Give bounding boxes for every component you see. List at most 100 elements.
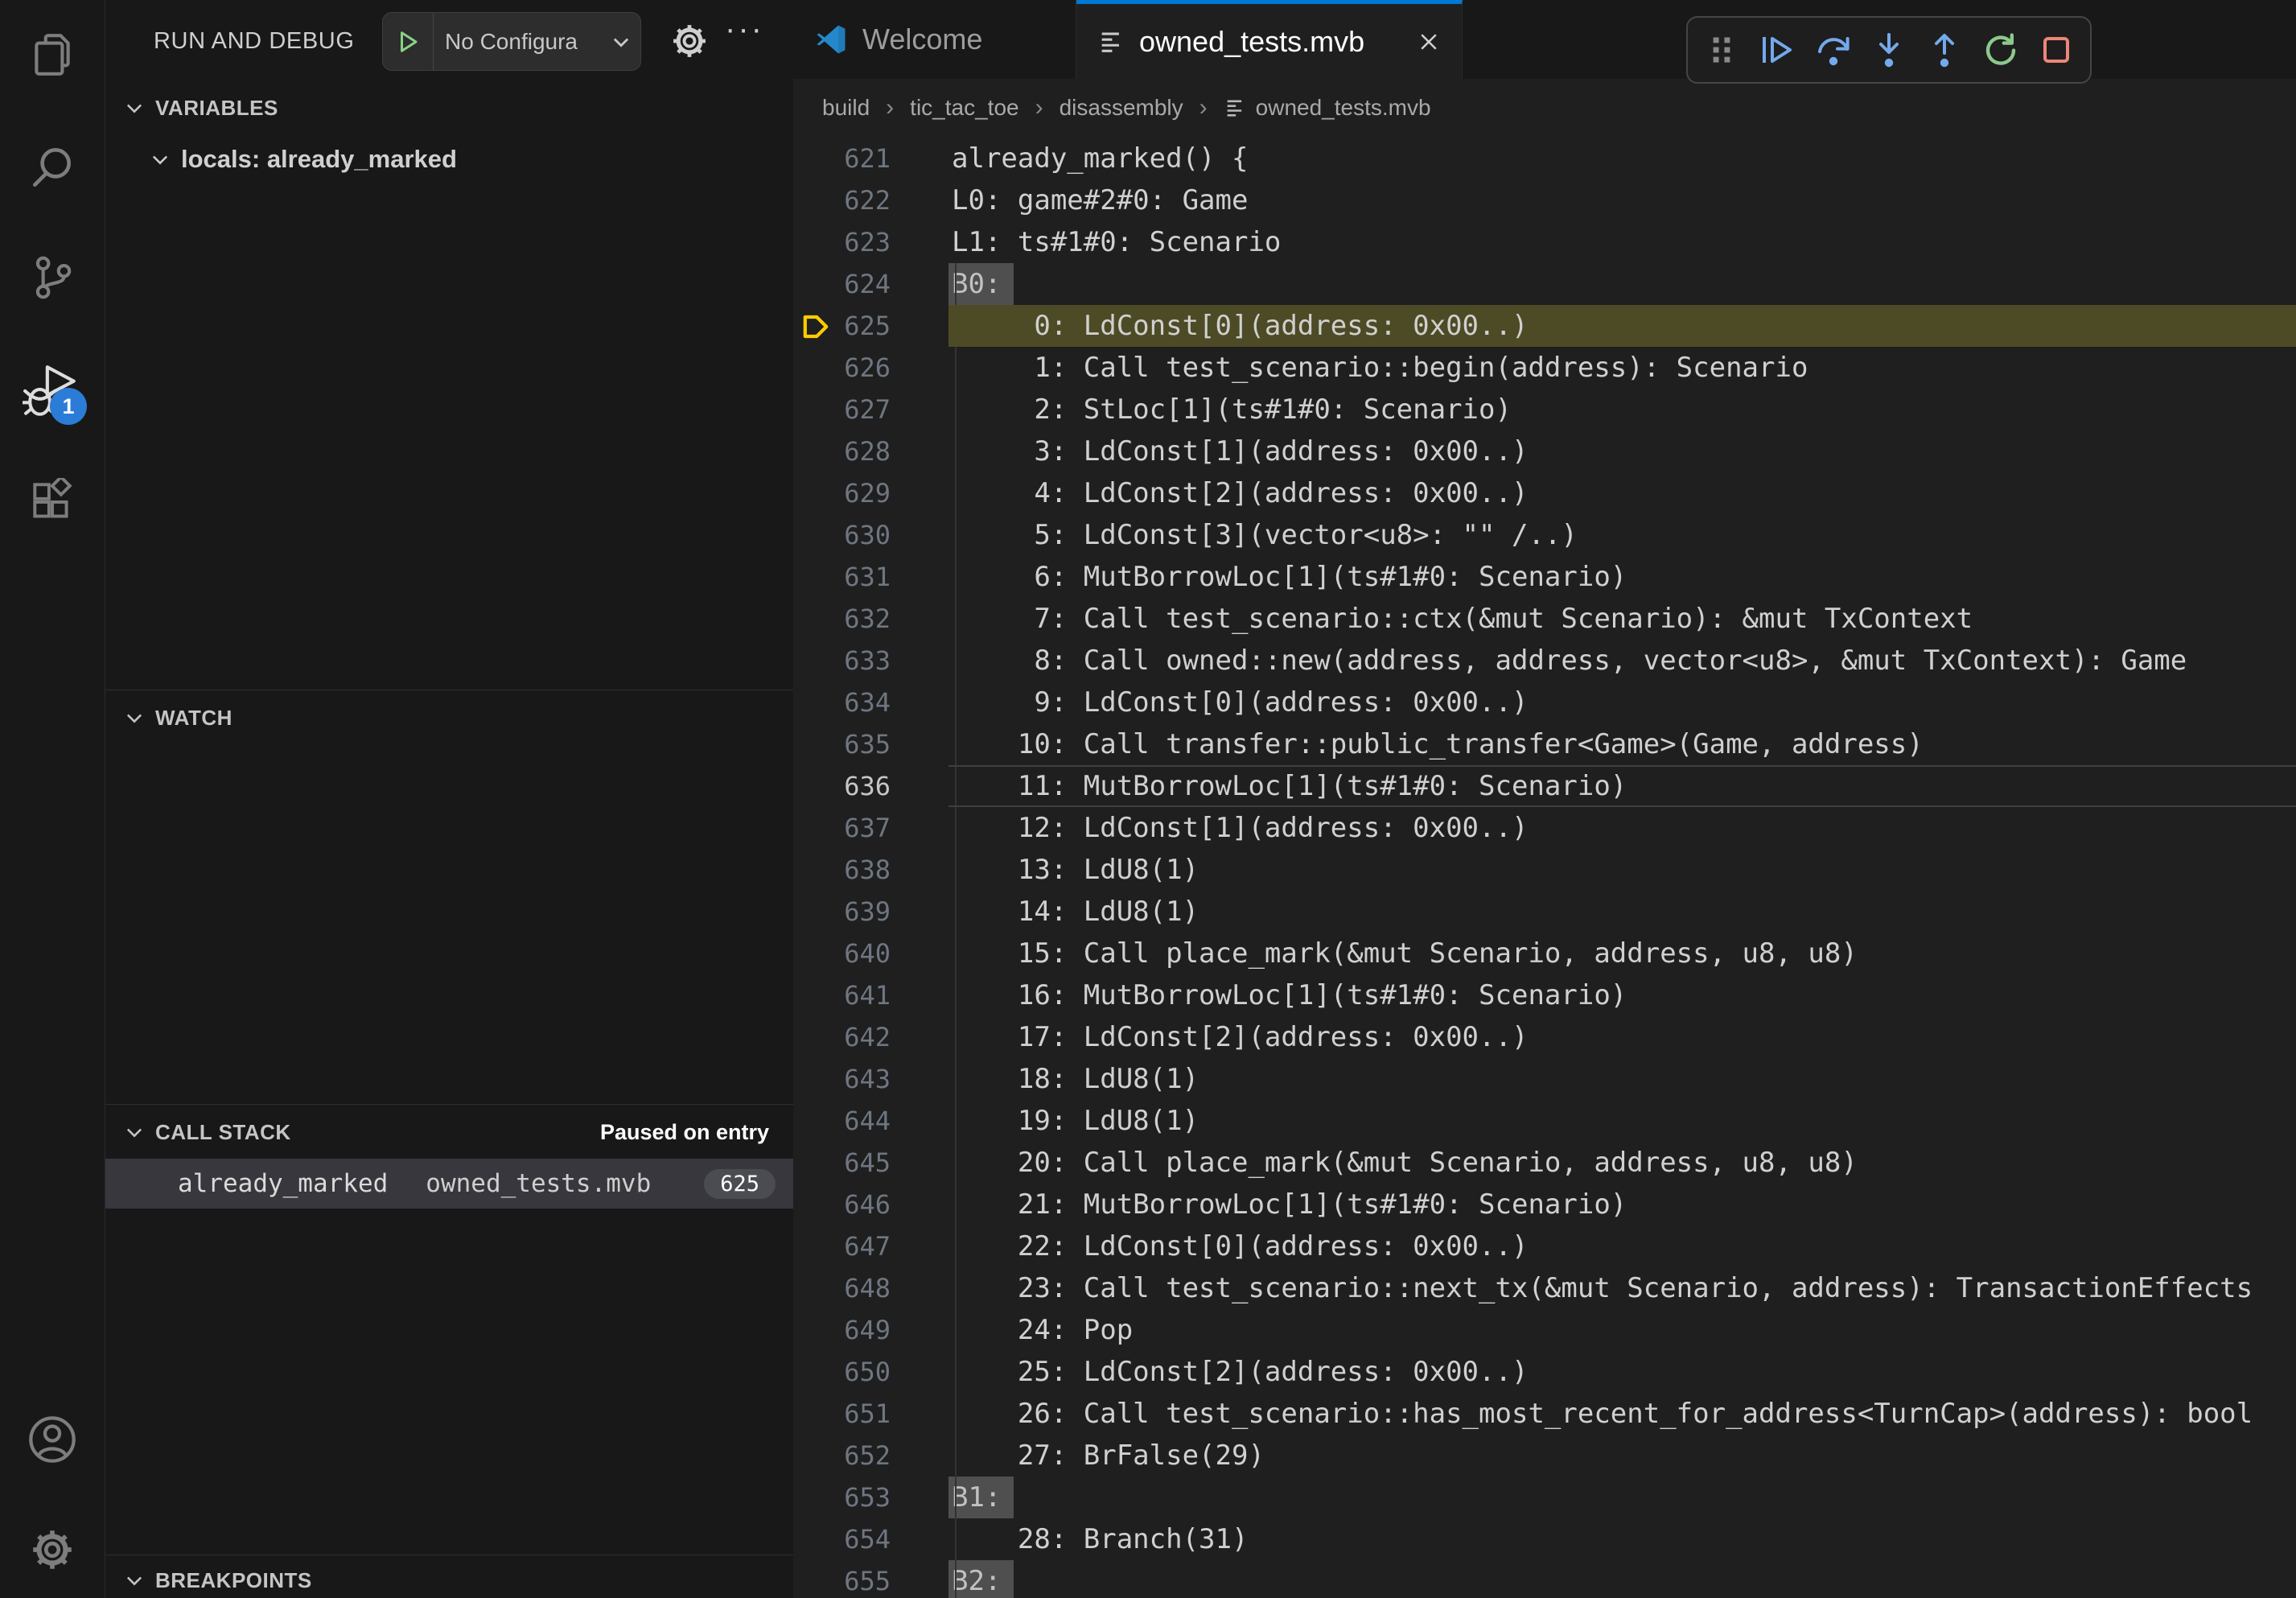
code-line[interactable]: 639 14: LdU8(1) [793, 891, 2296, 933]
line-number[interactable]: 655 [793, 1560, 948, 1598]
line-number[interactable]: 627 [793, 389, 948, 430]
call-stack-frame-row[interactable]: already_marked owned_tests.mvb 625 [105, 1159, 793, 1209]
settings-gear-icon[interactable] [0, 1501, 105, 1598]
line-number[interactable]: 648 [793, 1267, 948, 1309]
start-debug-icon[interactable] [383, 13, 434, 70]
line-number[interactable]: 638 [793, 849, 948, 891]
code-line[interactable]: 631 6: MutBorrowLoc[1](ts#1#0: Scenario) [793, 556, 2296, 598]
code-line[interactable]: 638 13: LdU8(1) [793, 849, 2296, 891]
tab-welcome[interactable]: Welcome [793, 0, 1076, 79]
line-number[interactable]: 643 [793, 1058, 948, 1100]
line-number[interactable]: 645 [793, 1142, 948, 1184]
step-over-button[interactable] [1813, 29, 1854, 71]
account-icon[interactable] [0, 1391, 105, 1488]
line-number[interactable]: 631 [793, 556, 948, 598]
more-actions-icon[interactable]: ··· [725, 11, 764, 47]
code-line[interactable]: 625 0: LdConst[0](address: 0x00..) [793, 305, 2296, 347]
search-icon[interactable] [0, 119, 105, 216]
variables-scope-row[interactable]: locals: already_marked [105, 137, 793, 182]
code-line[interactable]: 649 24: Pop [793, 1309, 2296, 1351]
line-number[interactable]: 628 [793, 430, 948, 472]
code-line[interactable]: 651 26: Call test_scenario::has_most_rec… [793, 1393, 2296, 1435]
line-number[interactable]: 636 [793, 765, 948, 807]
breadcrumb-item[interactable]: build [822, 95, 870, 121]
variables-section-header[interactable]: VARIABLES [105, 85, 793, 130]
code-line[interactable]: 655B2: [793, 1560, 2296, 1598]
code-line[interactable]: 622L0: game#2#0: Game [793, 179, 2296, 221]
code-line[interactable]: 654 28: Branch(31) [793, 1518, 2296, 1560]
code-line[interactable]: 635 10: Call transfer::public_transfer<G… [793, 723, 2296, 765]
line-number[interactable]: 644 [793, 1100, 948, 1142]
line-number[interactable]: 630 [793, 514, 948, 556]
code-line[interactable]: 640 15: Call place_mark(&mut Scenario, a… [793, 933, 2296, 974]
breakpoints-section-header[interactable]: BREAKPOINTS [105, 1558, 793, 1598]
step-into-button[interactable] [1868, 29, 1909, 71]
code-line[interactable]: 627 2: StLoc[1](ts#1#0: Scenario) [793, 389, 2296, 430]
line-number[interactable]: 634 [793, 682, 948, 723]
line-number[interactable]: 637 [793, 807, 948, 849]
drag-handle-icon[interactable] [1701, 29, 1742, 71]
code-line[interactable]: 641 16: MutBorrowLoc[1](ts#1#0: Scenario… [793, 974, 2296, 1016]
code-line[interactable]: 644 19: LdU8(1) [793, 1100, 2296, 1142]
tab-owned-tests[interactable]: owned_tests.mvb [1076, 0, 1463, 79]
line-number[interactable]: 624 [793, 263, 948, 305]
line-number[interactable]: 623 [793, 221, 948, 263]
restart-button[interactable] [1980, 29, 2021, 71]
line-number[interactable]: 640 [793, 933, 948, 974]
continue-button[interactable] [1756, 29, 1797, 71]
debug-settings-gear-icon[interactable] [669, 20, 710, 66]
code-line[interactable]: 632 7: Call test_scenario::ctx(&mut Scen… [793, 598, 2296, 640]
call-stack-section-header[interactable]: CALL STACK Paused on entry [105, 1110, 793, 1155]
run-debug-icon[interactable] [0, 344, 105, 440]
line-number[interactable]: 642 [793, 1016, 948, 1058]
line-number[interactable]: 646 [793, 1184, 948, 1225]
line-number[interactable]: 647 [793, 1225, 948, 1267]
line-number[interactable]: 632 [793, 598, 948, 640]
line-number[interactable]: 641 [793, 974, 948, 1016]
explorer-icon[interactable] [0, 6, 105, 103]
code-line[interactable]: 630 5: LdConst[3](vector<u8>: "" /..) [793, 514, 2296, 556]
code-line[interactable]: 621already_marked() { [793, 138, 2296, 179]
code-line[interactable]: 634 9: LdConst[0](address: 0x00..) [793, 682, 2296, 723]
source-control-icon[interactable] [0, 229, 105, 326]
code-line[interactable]: 646 21: MutBorrowLoc[1](ts#1#0: Scenario… [793, 1184, 2296, 1225]
line-number[interactable]: 653 [793, 1477, 948, 1518]
line-number[interactable]: 633 [793, 640, 948, 682]
code-line[interactable]: 628 3: LdConst[1](address: 0x00..) [793, 430, 2296, 472]
code-area[interactable]: 621already_marked() {622L0: game#2#0: Ga… [793, 138, 2296, 1598]
code-line[interactable]: 623L1: ts#1#0: Scenario [793, 221, 2296, 263]
code-line[interactable]: 624B0: [793, 263, 2296, 305]
code-line[interactable]: 645 20: Call place_mark(&mut Scenario, a… [793, 1142, 2296, 1184]
line-number[interactable]: 651 [793, 1393, 948, 1435]
line-number[interactable]: 629 [793, 472, 948, 514]
code-line[interactable]: 653B1: [793, 1477, 2296, 1518]
line-number[interactable]: 639 [793, 891, 948, 933]
close-icon[interactable] [1417, 30, 1441, 54]
breadcrumb-item[interactable]: tic_tac_toe [910, 95, 1018, 121]
code-line[interactable]: 652 27: BrFalse(29) [793, 1435, 2296, 1477]
line-number[interactable]: 652 [793, 1435, 948, 1477]
code-line[interactable]: 650 25: LdConst[2](address: 0x00..) [793, 1351, 2296, 1393]
code-line[interactable]: 629 4: LdConst[2](address: 0x00..) [793, 472, 2296, 514]
code-line[interactable]: 642 17: LdConst[2](address: 0x00..) [793, 1016, 2296, 1058]
stop-button[interactable] [2036, 29, 2077, 71]
extensions-icon[interactable] [0, 455, 105, 551]
line-number[interactable]: 625 [793, 305, 948, 347]
code-line[interactable]: 636 11: MutBorrowLoc[1](ts#1#0: Scenario… [793, 765, 2296, 807]
line-number[interactable]: 626 [793, 347, 948, 389]
line-number[interactable]: 622 [793, 179, 948, 221]
line-number[interactable]: 621 [793, 138, 948, 179]
line-number[interactable]: 635 [793, 723, 948, 765]
line-number[interactable]: 650 [793, 1351, 948, 1393]
code-line[interactable]: 647 22: LdConst[0](address: 0x00..) [793, 1225, 2296, 1267]
code-line[interactable]: 643 18: LdU8(1) [793, 1058, 2296, 1100]
launch-config-dropdown[interactable]: No Configura [382, 12, 641, 71]
watch-section-header[interactable]: WATCH [105, 695, 793, 740]
line-number[interactable]: 649 [793, 1309, 948, 1351]
code-line[interactable]: 633 8: Call owned::new(address, address,… [793, 640, 2296, 682]
line-number[interactable]: 654 [793, 1518, 948, 1560]
code-line[interactable]: 626 1: Call test_scenario::begin(address… [793, 347, 2296, 389]
code-line[interactable]: 648 23: Call test_scenario::next_tx(&mut… [793, 1267, 2296, 1309]
breadcrumb-item[interactable]: owned_tests.mvb [1224, 95, 1431, 121]
step-out-button[interactable] [1924, 29, 1965, 71]
